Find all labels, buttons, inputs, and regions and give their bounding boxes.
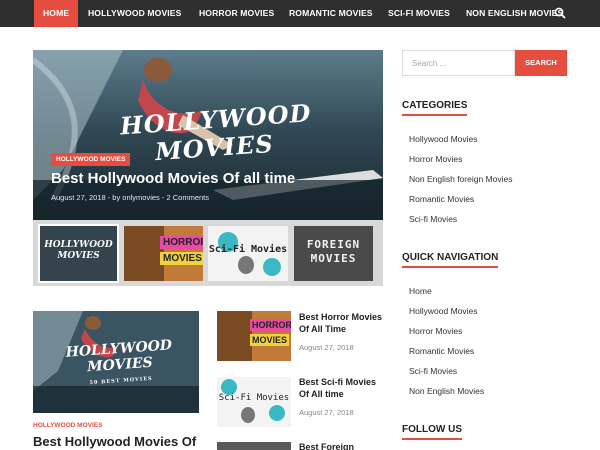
hero-category-badge[interactable]: HOLLYWOOD MOVIES	[51, 153, 131, 166]
side-post-image-foreign[interactable]	[217, 442, 291, 450]
side-post-image-scifi[interactable]: Sci-Fi Movies	[217, 377, 291, 427]
quick-navigation-widget-title: QUICK NAVIGATION	[402, 252, 499, 268]
side-post-title-foreign[interactable]: Best Foreign	[299, 442, 387, 450]
hero-post-title[interactable]: Best Hollywood Movies Of all time	[51, 170, 295, 187]
side-post-date-scifi: August 27, 2018	[299, 408, 354, 417]
category-link-hollywood[interactable]: Hollywood Movies	[409, 134, 478, 144]
category-link-non-english[interactable]: Non English foreign Movies	[409, 174, 512, 184]
side-post-image-horror[interactable]: HORROR MOVIES	[217, 311, 291, 361]
category-link-romantic[interactable]: Romantic Movies	[409, 194, 474, 204]
main-post-title[interactable]: Best Hollywood Movies Of	[33, 434, 196, 449]
quicknav-link-horror[interactable]: Horror Movies	[409, 326, 462, 336]
sidebar-search-input[interactable]: Search ...	[402, 50, 515, 76]
quicknav-link-home[interactable]: Home	[409, 286, 432, 296]
nav-item-hollywood-movies[interactable]: HOLLYWOOD MOVIES	[88, 0, 181, 27]
follow-us-widget-title: FOLLOW US	[402, 424, 462, 440]
nav-item-scifi-movies[interactable]: SCI-FI MOVIES	[388, 0, 450, 27]
nav-item-horror-movies[interactable]: HORROR MOVIES	[199, 0, 274, 27]
category-link-horror[interactable]: Horror Movies	[409, 154, 462, 164]
category-link-scifi[interactable]: Sci-fi Movies	[409, 214, 457, 224]
nav-item-non-english-movies[interactable]: NON ENGLISH MOVIES	[466, 0, 563, 27]
hero-post-meta: August 27, 2018 - by onlymovies - 2 Comm…	[51, 193, 209, 202]
top-navigation-bar: HOME HOLLYWOOD MOVIES HORROR MOVIES ROMA…	[0, 0, 600, 27]
search-icon[interactable]	[554, 7, 566, 19]
side-post-title-scifi[interactable]: Best Sci-fi Movies Of All time	[299, 377, 387, 400]
sidebar-search-button[interactable]: SEARCH	[515, 50, 567, 76]
side-post-date-horror: August 27, 2018	[299, 343, 354, 352]
main-post-category[interactable]: HOLLYWOOD MOVIES	[33, 422, 102, 429]
quicknav-link-scifi[interactable]: Sci-fi Movies	[409, 366, 457, 376]
nav-item-romantic-movies[interactable]: ROMANTIC MOVIES	[289, 0, 373, 27]
quicknav-link-romantic[interactable]: Romantic Movies	[409, 346, 474, 356]
thumbnail-horror[interactable]: HORROR MOVIES	[124, 226, 203, 281]
nav-item-home[interactable]: HOME	[34, 0, 79, 27]
quicknav-link-hollywood[interactable]: Hollywood Movies	[409, 306, 478, 316]
categories-widget-title: CATEGORIES	[402, 100, 468, 116]
thumbnail-scifi[interactable]: Sci-Fi Movies	[208, 226, 288, 281]
quicknav-link-non-english[interactable]: Non English Movies	[409, 386, 484, 396]
side-post-title-horror[interactable]: Best Horror Movies Of All Time	[299, 312, 387, 335]
thumbnail-foreign[interactable]: FOREIGN MOVIES	[294, 226, 373, 281]
thumbnail-hollywood[interactable]: HOLLYWOOD MOVIES	[38, 224, 119, 283]
main-post-image[interactable]: HOLLYWOOD MOVIES 50 BEST MOVIES	[33, 311, 199, 413]
